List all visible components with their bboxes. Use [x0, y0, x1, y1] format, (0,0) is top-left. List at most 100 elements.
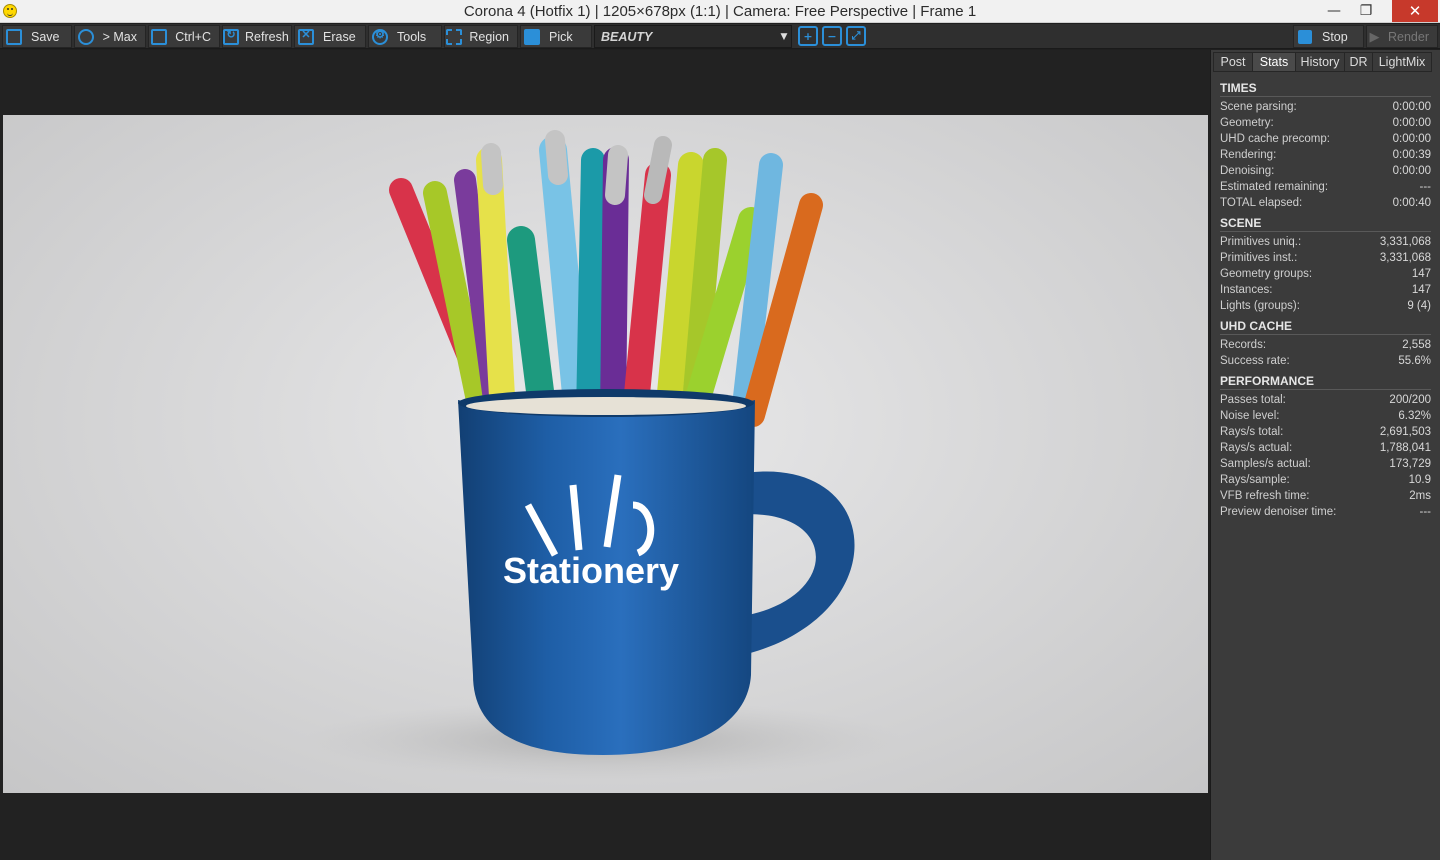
stat-value: 0:00:39 [1392, 149, 1431, 161]
rendered-image[interactable]: Stationery [3, 115, 1208, 793]
stat-label: Samples/s actual: [1220, 458, 1311, 470]
vfb-toolbar: Save > Max Ctrl+C ↻ Refresh ✕ Erase ⚙ To… [0, 24, 1440, 49]
stat-value: --- [1419, 181, 1432, 193]
max-icon [75, 26, 97, 47]
stat-row: Rays/s total: 2,691,503 [1220, 424, 1431, 440]
stat-row: UHD cache precomp: 0:00:00 [1220, 131, 1431, 147]
section-performance: PERFORMANCE Passes total: 200/200 Noise l… [1220, 373, 1431, 520]
section-header: PERFORMANCE [1220, 373, 1431, 390]
panel-tabs: Post Stats History DR LightMix [1213, 52, 1438, 72]
zoom-out-icon[interactable]: − [822, 26, 842, 46]
stat-value: 55.6% [1398, 355, 1431, 367]
play-icon: ▶ [1369, 28, 1380, 44]
refresh-button[interactable]: ↻ Refresh [222, 25, 292, 48]
restore-button[interactable]: ❐ [1352, 0, 1380, 22]
tools-button[interactable]: ⚙ Tools [368, 25, 442, 48]
stat-label: Geometry: [1220, 117, 1274, 129]
tools-label: Tools [397, 29, 427, 44]
region-button[interactable]: Region [444, 25, 518, 48]
chevron-down-icon: ▼ [780, 31, 788, 42]
section-times: TIMES Scene parsing: 0:00:00 Geometry: 0:0… [1220, 80, 1431, 211]
stat-value: 147 [1411, 284, 1431, 296]
stat-value: 2,691,503 [1379, 426, 1431, 438]
tab-dr[interactable]: DR [1344, 52, 1373, 72]
stat-value: 3,331,068 [1379, 236, 1431, 248]
section-uhd-cache: UHD CACHE Records: 2,558 Success rate: 55.… [1220, 318, 1431, 369]
stat-value: 147 [1411, 268, 1431, 280]
stat-value: 0:00:00 [1392, 165, 1431, 177]
section-header: UHD CACHE [1220, 318, 1431, 335]
tab-lightmix[interactable]: LightMix [1372, 52, 1432, 72]
stat-value: 2,558 [1402, 339, 1431, 351]
mug-logo-text: Stationery [503, 550, 679, 591]
max-button[interactable]: > Max [74, 25, 146, 48]
stat-label: Rendering: [1220, 149, 1277, 161]
stat-value: 1,788,041 [1379, 442, 1431, 454]
stat-value: 0:00:00 [1392, 101, 1431, 113]
stat-row: Denoising: 0:00:00 [1220, 163, 1431, 179]
stat-label: Rays/sample: [1220, 474, 1290, 486]
stat-label: Passes total: [1220, 394, 1286, 406]
save-button[interactable]: Save [2, 25, 72, 48]
zoom-fit-icon[interactable]: ⤢ [846, 26, 866, 46]
stop-icon [1294, 26, 1316, 47]
stat-value: 6.32% [1398, 410, 1431, 422]
refresh-icon: ↻ [223, 26, 239, 47]
stat-value: --- [1419, 506, 1432, 518]
stat-label: Scene parsing: [1220, 101, 1297, 113]
title-bar: Corona 4 (Hotfix 1) | 1205×678px (1:1) |… [0, 0, 1440, 23]
erase-button[interactable]: ✕ Erase [294, 25, 366, 48]
region-label: Region [469, 29, 509, 44]
stat-label: Lights (groups): [1220, 300, 1300, 312]
tab-post[interactable]: Post [1213, 52, 1253, 72]
stat-row: Lights (groups): 9 (4) [1220, 298, 1431, 314]
stat-label: Preview denoiser time: [1220, 506, 1337, 518]
section-header: SCENE [1220, 215, 1431, 232]
ctrlc-button[interactable]: Ctrl+C [148, 25, 220, 48]
stop-button[interactable]: Stop [1293, 25, 1364, 48]
stat-label: Primitives uniq.: [1220, 236, 1302, 248]
tab-history[interactable]: History [1295, 52, 1345, 72]
stat-value: 173,729 [1389, 458, 1431, 470]
stats-list: TIMES Scene parsing: 0:00:00 Geometry: 0:0… [1220, 80, 1431, 524]
stat-row: Records: 2,558 [1220, 337, 1431, 353]
window-title: Corona 4 (Hotfix 1) | 1205×678px (1:1) |… [463, 3, 977, 20]
stat-row: Estimated remaining: --- [1220, 179, 1431, 195]
render-illustration: Stationery [303, 130, 903, 780]
render-viewport[interactable]: Stationery [0, 50, 1210, 860]
render-pass-dropdown[interactable]: BEAUTY ▼ [594, 25, 792, 48]
stat-row: Noise level: 6.32% [1220, 408, 1431, 424]
stat-label: Rays/s total: [1220, 426, 1284, 438]
stat-label: Records: [1220, 339, 1267, 351]
stat-label: Geometry groups: [1220, 268, 1313, 280]
close-button[interactable]: ✕ [1392, 0, 1438, 22]
stat-label: Success rate: [1220, 355, 1290, 367]
copy-icon [149, 26, 169, 47]
stat-row: Rendering: 0:00:39 [1220, 147, 1431, 163]
hand-pointer-icon [521, 26, 543, 47]
pens [389, 130, 823, 429]
stat-value: 2ms [1409, 490, 1431, 502]
stat-row: Success rate: 55.6% [1220, 353, 1431, 369]
stat-label: TOTAL elapsed: [1220, 197, 1303, 209]
region-icon [445, 26, 463, 47]
render-button[interactable]: ▶ Render [1366, 25, 1438, 48]
stat-row: Primitives uniq.: 3,331,068 [1220, 234, 1431, 250]
stat-value: 0:00:40 [1392, 197, 1431, 209]
pick-button[interactable]: Pick [520, 25, 592, 48]
stat-row: Geometry groups: 147 [1220, 266, 1431, 282]
stat-label: Denoising: [1220, 165, 1275, 177]
render-label: Render [1388, 29, 1429, 44]
stat-label: Instances: [1220, 284, 1273, 296]
stat-label: Noise level: [1220, 410, 1280, 422]
tab-stats[interactable]: Stats [1252, 52, 1296, 72]
pick-label: Pick [549, 29, 573, 44]
refresh-label: Refresh [245, 29, 289, 44]
minimize-button[interactable]: — [1320, 0, 1348, 22]
stat-label: VFB refresh time: [1220, 490, 1310, 502]
stat-row: Samples/s actual: 173,729 [1220, 456, 1431, 472]
save-label: Save [31, 29, 60, 44]
stat-value: 10.9 [1408, 474, 1431, 486]
zoom-in-icon[interactable]: + [798, 26, 818, 46]
stat-label: Rays/s actual: [1220, 442, 1293, 454]
